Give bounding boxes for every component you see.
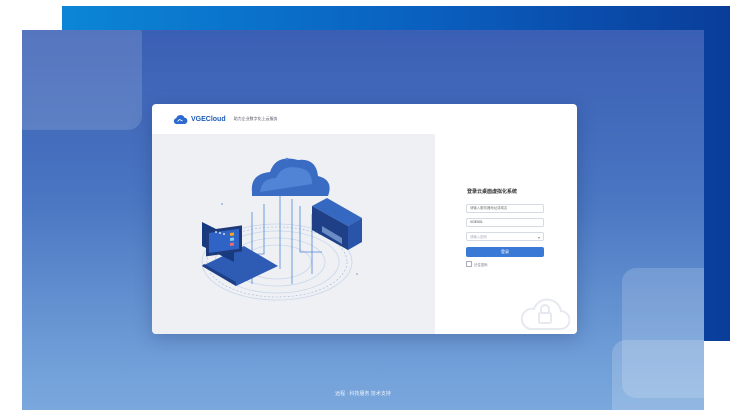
cloud-computing-illustration <box>201 157 362 301</box>
remember-label: 记住密码 <box>474 262 488 267</box>
login-card: VGECloud 助力企业数字化上云服务 登录云桌面虚拟化系统 请输入服务器地址… <box>152 104 577 334</box>
login-form-pane: 登录云桌面虚拟化系统 请输入密码 ▾ 登录 记住密码 <box>435 134 577 334</box>
footer-text: 远程 · 科技服务 技术支持 <box>335 391 391 397</box>
brand-name: VGECloud <box>191 115 226 123</box>
remember-password[interactable]: 记住密码 <box>466 261 488 267</box>
password-select[interactable]: 请输入密码 ▾ <box>466 232 544 241</box>
remember-checkbox[interactable] <box>466 261 472 267</box>
decorative-square <box>612 340 704 410</box>
hero-illustration <box>152 134 435 334</box>
login-screen: VGECloud 助力企业数字化上云服务 登录云桌面虚拟化系统 请输入服务器地址… <box>22 30 704 410</box>
brand-tagline: 助力企业数字化上云服务 <box>233 116 278 121</box>
login-title: 登录云桌面虚拟化系统 <box>467 189 518 195</box>
login-button[interactable]: 登录 <box>466 247 544 257</box>
decorative-square <box>22 30 142 130</box>
cloud-lock-icon <box>520 298 570 331</box>
chevron-down-icon: ▾ <box>537 235 540 240</box>
card-header: VGECloud 助力企业数字化上云服务 <box>152 104 577 135</box>
username-input[interactable] <box>466 218 544 227</box>
cloud-logo-icon <box>173 115 188 125</box>
server-address-input[interactable] <box>466 204 544 213</box>
password-placeholder: 请输入密码 <box>470 235 487 239</box>
